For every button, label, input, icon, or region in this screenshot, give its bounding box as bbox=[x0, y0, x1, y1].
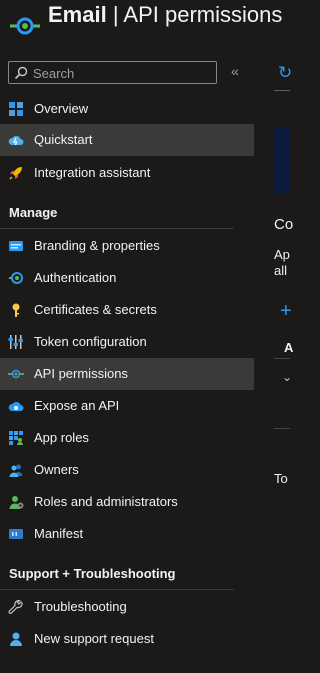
description-line: Ap bbox=[274, 247, 290, 262]
table-divider bbox=[274, 428, 290, 429]
token-config-icon bbox=[8, 335, 23, 349]
footer-text: To bbox=[274, 471, 288, 486]
nav-item-certificates-secrets[interactable]: Certificates & secrets bbox=[0, 294, 254, 326]
table-column-header: A bbox=[284, 340, 294, 355]
table-divider bbox=[274, 358, 290, 359]
nav-item-roles-administrators[interactable]: Roles and administrators bbox=[0, 486, 254, 518]
search-input[interactable]: Search bbox=[8, 61, 217, 84]
nav-item-expose-an-api[interactable]: Expose an API bbox=[0, 390, 254, 422]
nav-item-label: New support request bbox=[34, 631, 154, 646]
nav-item-label: Branding & properties bbox=[34, 238, 160, 253]
add-permission-button[interactable]: + bbox=[280, 300, 292, 323]
nav-item-label: Certificates & secrets bbox=[34, 302, 157, 317]
refresh-icon[interactable]: ↻ bbox=[278, 63, 292, 83]
nav-item-quickstart[interactable]: Quickstart bbox=[0, 124, 254, 156]
authentication-icon bbox=[9, 272, 23, 284]
nav-item-label: Integration assistant bbox=[34, 165, 151, 180]
nav-item-app-roles[interactable]: App roles bbox=[0, 422, 254, 454]
collapse-sidebar-button[interactable]: « bbox=[231, 63, 239, 79]
section-heading-manage: Manage bbox=[9, 205, 58, 220]
description-line: all bbox=[274, 263, 288, 278]
nav-item-label: Roles and administrators bbox=[34, 494, 178, 509]
nav-item-label: API permissions bbox=[34, 366, 128, 381]
wrench-icon bbox=[8, 599, 23, 614]
overview-icon bbox=[9, 102, 23, 116]
nav-item-label: Authentication bbox=[34, 270, 117, 285]
section-heading-support: Support + Troubleshooting bbox=[9, 566, 176, 581]
nav-item-label: Overview bbox=[34, 101, 89, 116]
nav-item-label: Token configuration bbox=[34, 334, 147, 349]
app-registration-icon bbox=[10, 17, 40, 35]
search-icon bbox=[14, 66, 28, 80]
owners-icon bbox=[9, 464, 23, 477]
roles-admin-icon bbox=[9, 496, 24, 509]
branding-icon bbox=[9, 241, 23, 251]
nav-item-owners[interactable]: Owners bbox=[0, 454, 254, 486]
nav-item-label: Owners bbox=[34, 462, 79, 477]
section-divider bbox=[0, 589, 234, 590]
nav-item-label: Troubleshooting bbox=[34, 599, 127, 614]
nav-item-troubleshooting[interactable]: Troubleshooting bbox=[0, 591, 254, 623]
search-placeholder: Search bbox=[33, 66, 75, 81]
support-person-icon bbox=[10, 632, 22, 646]
cloud-icon bbox=[8, 401, 24, 411]
nav-item-overview[interactable]: Overview bbox=[0, 93, 254, 125]
section-heading: Co bbox=[274, 216, 294, 233]
nav-item-label: Expose an API bbox=[34, 398, 120, 413]
nav-item-label: App roles bbox=[34, 430, 89, 445]
nav-item-authentication[interactable]: Authentication bbox=[0, 262, 254, 294]
nav-item-api-permissions[interactable]: API permissions bbox=[0, 358, 254, 390]
app-roles-icon bbox=[9, 431, 23, 445]
info-banner bbox=[274, 128, 290, 194]
nav-item-token-configuration[interactable]: Token configuration bbox=[0, 326, 254, 358]
quickstart-icon bbox=[8, 135, 24, 146]
nav-item-manifest[interactable]: Manifest bbox=[0, 518, 254, 550]
page-header: Email | API permissions bbox=[0, 0, 290, 56]
page-title: Email | API permissions bbox=[48, 2, 283, 27]
nav-item-new-support-request[interactable]: New support request bbox=[0, 623, 254, 655]
api-permissions-icon bbox=[8, 369, 24, 379]
nav-item-label: Quickstart bbox=[34, 132, 93, 147]
nav-item-integration-assistant[interactable]: Integration assistant bbox=[0, 157, 254, 189]
key-icon bbox=[12, 303, 20, 317]
rocket-icon bbox=[9, 167, 22, 180]
manifest-icon bbox=[9, 529, 23, 539]
toolbar-divider bbox=[274, 90, 290, 91]
nav-item-branding-properties[interactable]: Branding & properties bbox=[0, 230, 254, 262]
section-divider bbox=[0, 228, 234, 229]
nav-item-label: Manifest bbox=[34, 526, 84, 541]
chevron-down-icon[interactable]: ⌄ bbox=[282, 370, 292, 384]
